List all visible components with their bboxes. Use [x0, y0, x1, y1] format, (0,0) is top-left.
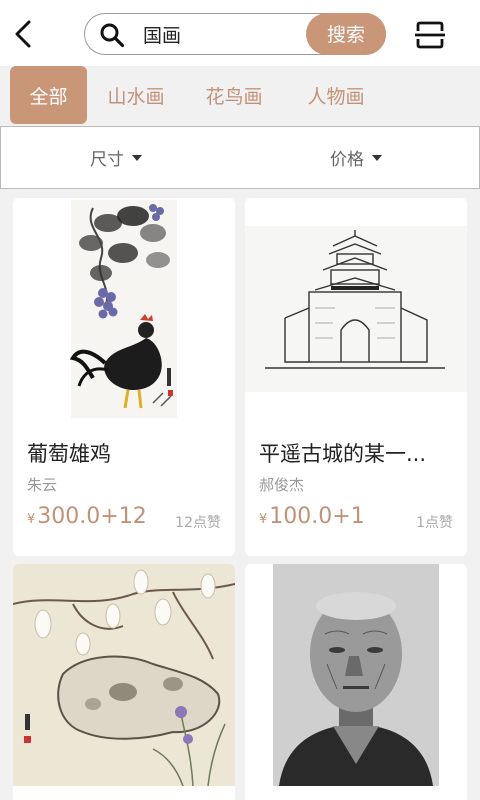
product-likes: 12点赞: [175, 515, 221, 531]
back-button[interactable]: [10, 18, 38, 50]
tab-landscape[interactable]: 山水画: [100, 66, 172, 124]
product-image: [245, 198, 467, 420]
product-price: ¥300.0+12: [27, 504, 147, 529]
search-input[interactable]: [143, 20, 303, 48]
product-card[interactable]: [13, 564, 235, 800]
filter-bar: 尺寸 价格: [0, 126, 480, 189]
product-artist: 郝俊杰: [259, 476, 305, 494]
product-price: ¥100.0+1: [259, 504, 365, 529]
filter-size[interactable]: 尺寸: [90, 127, 142, 188]
product-image: [245, 564, 467, 786]
filter-size-label: 尺寸: [90, 150, 124, 170]
product-title: 葡萄雄鸡: [27, 442, 111, 466]
price-value: 300.0+12: [37, 504, 147, 529]
product-title: 平遥古城的某一...: [259, 442, 427, 466]
product-card[interactable]: 葡萄雄鸡 朱云 ¥300.0+12 12点赞: [13, 198, 235, 556]
tab-figure[interactable]: 人物画: [300, 66, 372, 124]
product-likes: 1点赞: [416, 515, 453, 531]
search-icon: [100, 23, 125, 48]
product-card[interactable]: [245, 564, 467, 800]
product-image: [13, 564, 235, 786]
product-image: [13, 198, 235, 420]
scan-button[interactable]: [414, 20, 446, 50]
filter-price[interactable]: 价格: [330, 127, 382, 188]
back-arrow-icon: [15, 20, 31, 48]
product-artist: 朱云: [27, 476, 58, 494]
currency-symbol: ¥: [27, 512, 36, 527]
tab-flower-bird[interactable]: 花鸟画: [198, 66, 270, 124]
scan-icon: [415, 21, 445, 49]
tab-all[interactable]: 全部: [10, 66, 87, 124]
chevron-down-icon: [372, 154, 382, 161]
currency-symbol: ¥: [259, 512, 268, 527]
chevron-down-icon: [132, 154, 142, 161]
price-value: 100.0+1: [269, 504, 365, 529]
filter-price-label: 价格: [330, 150, 364, 170]
category-tabs: 全部 山水画 花鸟画 人物画: [0, 66, 480, 126]
search-button[interactable]: 搜索: [306, 12, 386, 55]
top-bar: 搜索: [0, 0, 480, 66]
search-box: 搜索: [84, 12, 386, 55]
product-card[interactable]: 平遥古城的某一... 郝俊杰 ¥100.0+1 1点赞: [245, 198, 467, 556]
